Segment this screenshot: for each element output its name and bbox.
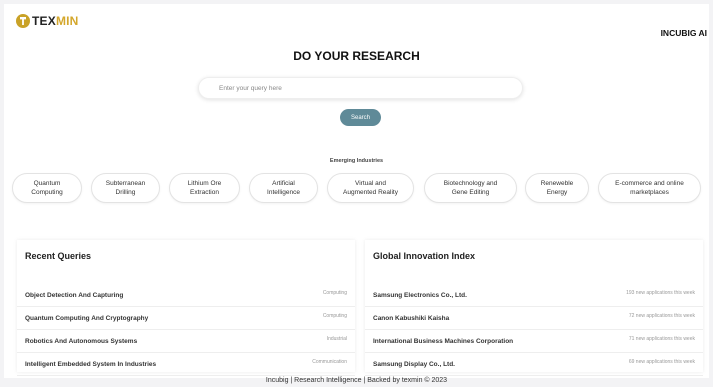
company-name: Canon Kabushiki Kaisha [373,315,450,322]
chip-line: Augmented Reality [343,189,398,196]
global-innovation-index-panel: Global Innovation Index Samsung Electron… [365,240,703,376]
chip-line: Biotechnology and [443,180,498,187]
chip-line: Energy [546,189,568,196]
search-input[interactable] [198,77,523,99]
list-item[interactable]: Intelligent Embedded System In Industrie… [17,353,355,376]
chip-line: Intelligence [267,189,300,196]
chip-line: Reneweble [540,180,574,187]
logo-text-main: TEX [32,14,56,28]
query-category: Industrial [326,336,347,342]
recent-queries-panel: Recent Queries Object Detection And Capt… [17,240,355,376]
query-category: Computing [322,313,347,319]
list-item[interactable]: Samsung Electronics Co., Ltd. 193 new app… [365,284,703,307]
applications-count: 193 new applications this week [626,290,695,296]
list-item[interactable]: Object Detection And Capturing Computing [17,284,355,307]
chip-subterranean-drilling[interactable]: Subterranean Drilling [91,173,160,203]
incubig-brand-link[interactable]: INCUBIG AI [661,28,707,38]
company-name: Samsung Electronics Co., Ltd. [373,292,467,299]
chip-quantum-computing[interactable]: Quantum Computing [12,173,82,203]
query-category: Communication [312,359,347,365]
query-name: Intelligent Embedded System In Industrie… [25,361,157,368]
query-category: Computing [322,290,347,296]
chip-line: Subterranean [105,180,146,187]
query-name: Object Detection And Capturing [25,292,124,299]
chip-line: Quantum [33,180,61,187]
chip-lithium-ore-extraction[interactable]: Lithium Ore Extraction [169,173,240,203]
chip-line: Artificial [272,180,295,187]
logo[interactable]: TEXMIN [16,14,79,28]
list-item[interactable]: Canon Kabushiki Kaisha 72 new application… [365,307,703,330]
applications-count: 69 new applications this week [628,359,695,365]
chip-line: Lithium Ore [187,180,222,187]
company-name: Samsung Display Co., Ltd. [373,361,455,368]
emerging-industries-label: Emerging Industries [329,158,384,164]
chip-ecommerce-marketplaces[interactable]: E-commerce and online marketplaces [598,173,701,203]
applications-count: 71 new applications this week [628,336,695,342]
list-item[interactable]: Quantum Computing And Cryptography Comput… [17,307,355,330]
chip-line: Computing [31,189,63,196]
recent-queries-list: Object Detection And Capturing Computing … [17,284,355,376]
global-innovation-index-title: Global Innovation Index [373,251,476,261]
query-name: Quantum Computing And Cryptography [25,315,149,322]
list-item[interactable]: Robotics And Autonomous Systems Industria… [17,330,355,353]
chip-reneweble-energy[interactable]: Reneweble Energy [525,173,589,203]
chip-line: E-commerce and online [615,180,684,187]
chip-artificial-intelligence[interactable]: Artificial Intelligence [249,173,318,203]
footer-text: Incubig | Research Intelligence | Backed… [265,377,448,384]
chip-line: Drilling [115,189,136,196]
list-item[interactable]: International Business Machines Corporat… [365,330,703,353]
logo-text: TEXMIN [32,14,79,28]
query-name: Robotics And Autonomous Systems [25,338,138,345]
texmin-logo-icon [16,14,30,28]
chip-line: Virtual and [355,180,386,187]
search-button[interactable]: Search [340,109,381,126]
chip-virtual-augmented-reality[interactable]: Virtual and Augmented Reality [327,173,414,203]
chip-line: Extraction [190,189,219,196]
page-title: DO YOUR RESEARCH [293,49,420,63]
logo-text-accent: MIN [55,14,79,28]
recent-queries-title: Recent Queries [25,251,92,261]
chip-line: marketplaces [630,189,669,196]
global-innovation-index-list: Samsung Electronics Co., Ltd. 193 new app… [365,284,703,376]
chip-biotechnology-gene-editing[interactable]: Biotechnology and Gene Editing [424,173,517,203]
list-item[interactable]: Samsung Display Co., Ltd. 69 new applicat… [365,353,703,376]
company-name: International Business Machines Corporat… [373,338,514,345]
chip-line: Gene Editing [451,189,490,196]
applications-count: 72 new applications this week [628,313,695,319]
